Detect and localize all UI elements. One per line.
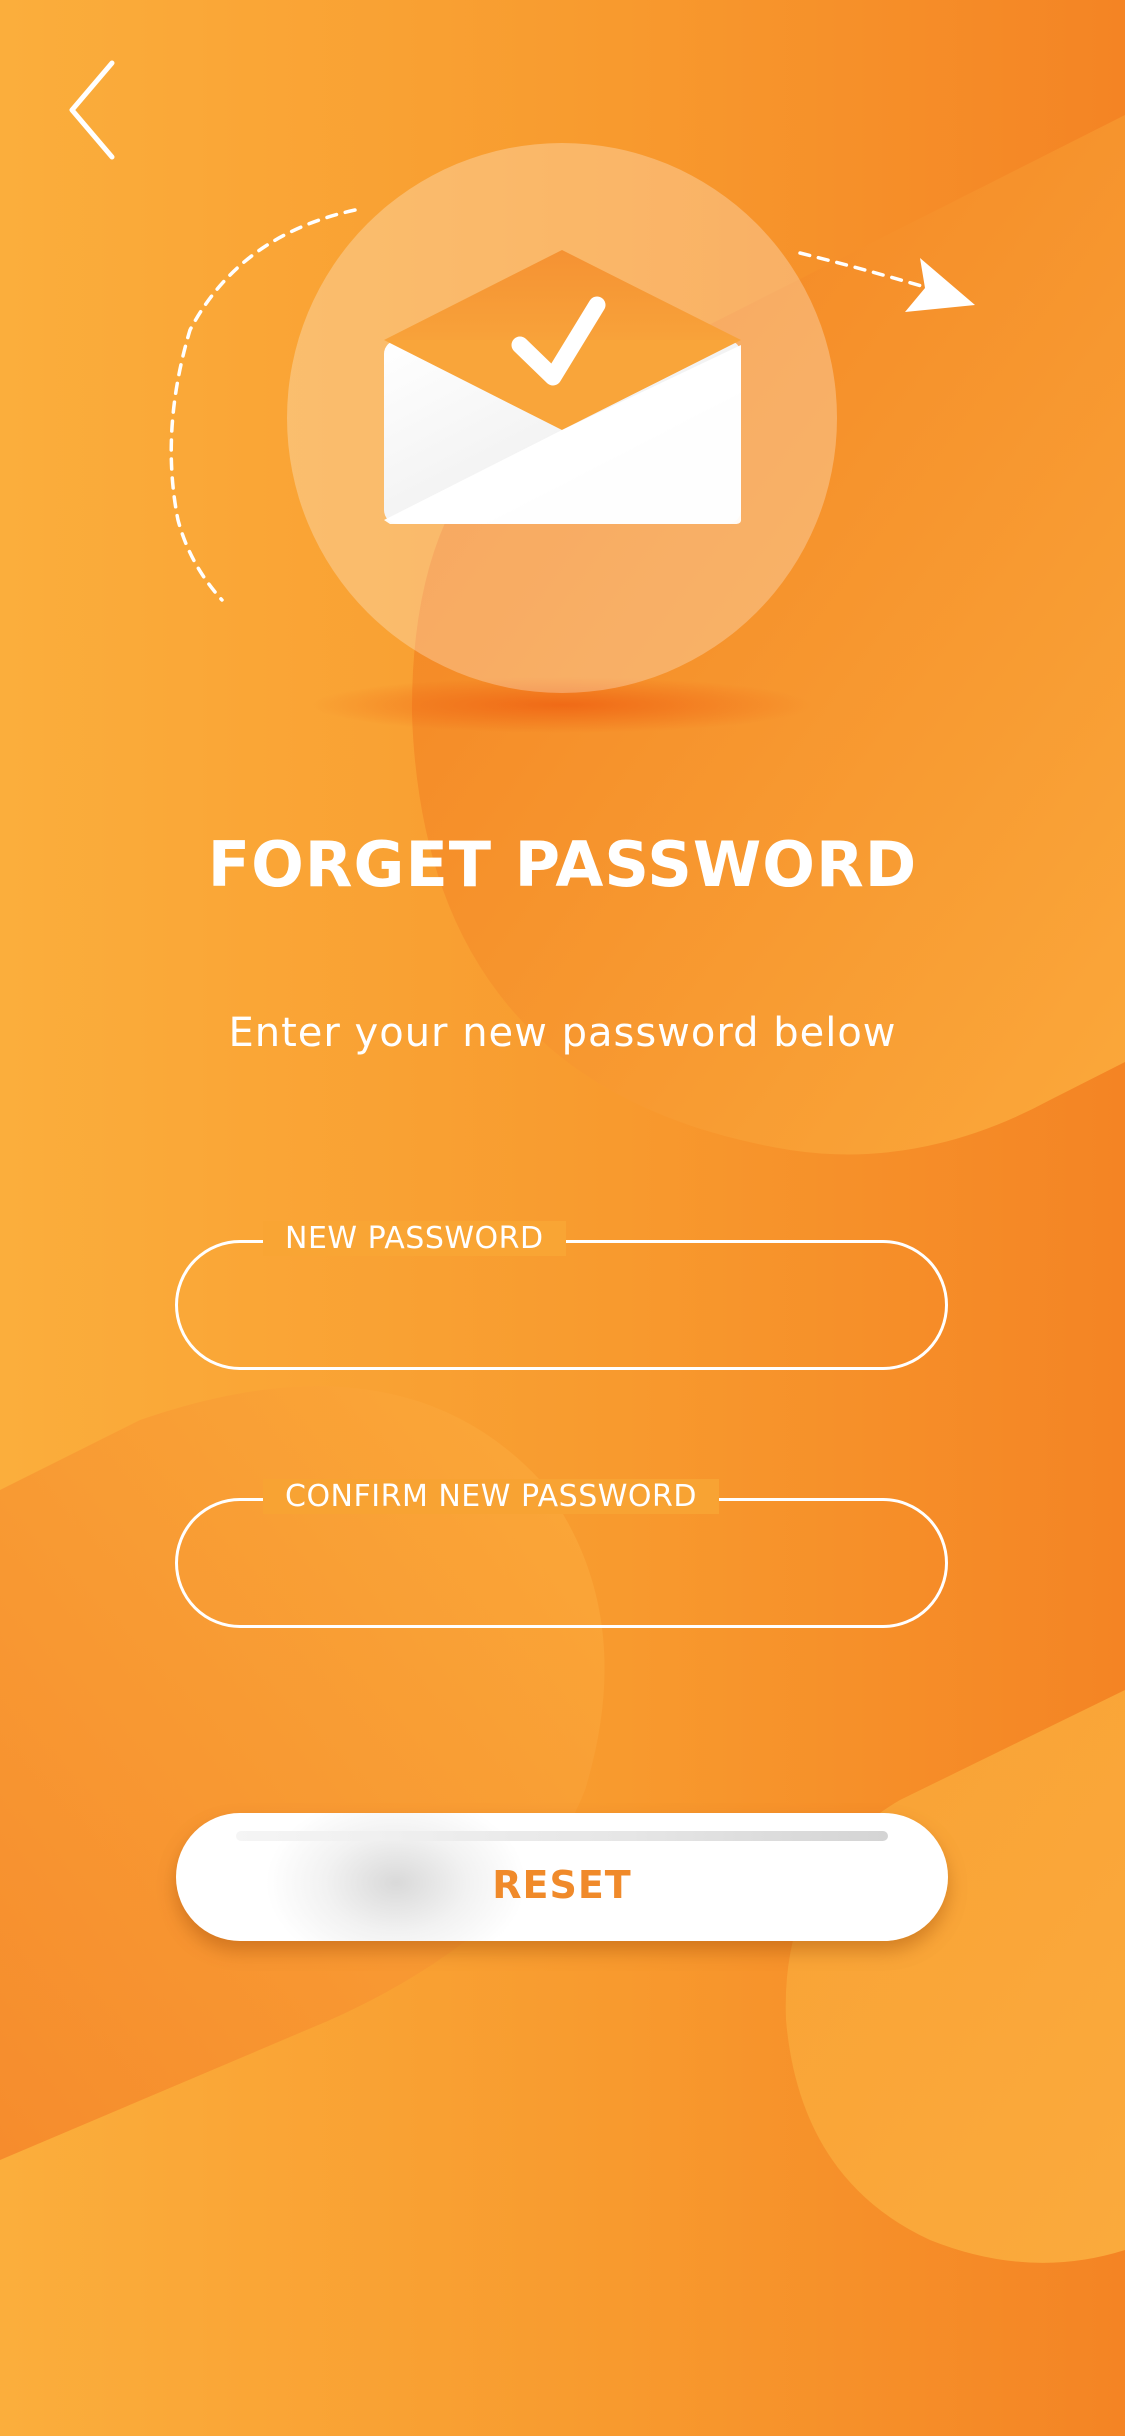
confirm-password-input[interactable] (218, 1531, 905, 1605)
confirm-password-field[interactable]: CONFIRM NEW PASSWORD (175, 1479, 948, 1628)
page-subtitle: Enter your new password below (228, 1010, 897, 1056)
new-password-input[interactable] (218, 1273, 905, 1347)
new-password-field[interactable]: NEW PASSWORD (175, 1221, 948, 1370)
reset-button[interactable]: RESET (176, 1813, 948, 1941)
button-highlight (236, 1831, 888, 1841)
forget-password-screen: FORGET PASSWORD Enter your new password … (0, 0, 1125, 2436)
reset-button-label: RESET (492, 1863, 632, 1907)
confirm-password-label: CONFIRM NEW PASSWORD (263, 1479, 719, 1514)
page-title: FORGET PASSWORD (207, 828, 918, 901)
hero-illustration (169, 143, 975, 733)
new-password-label: NEW PASSWORD (263, 1221, 566, 1256)
